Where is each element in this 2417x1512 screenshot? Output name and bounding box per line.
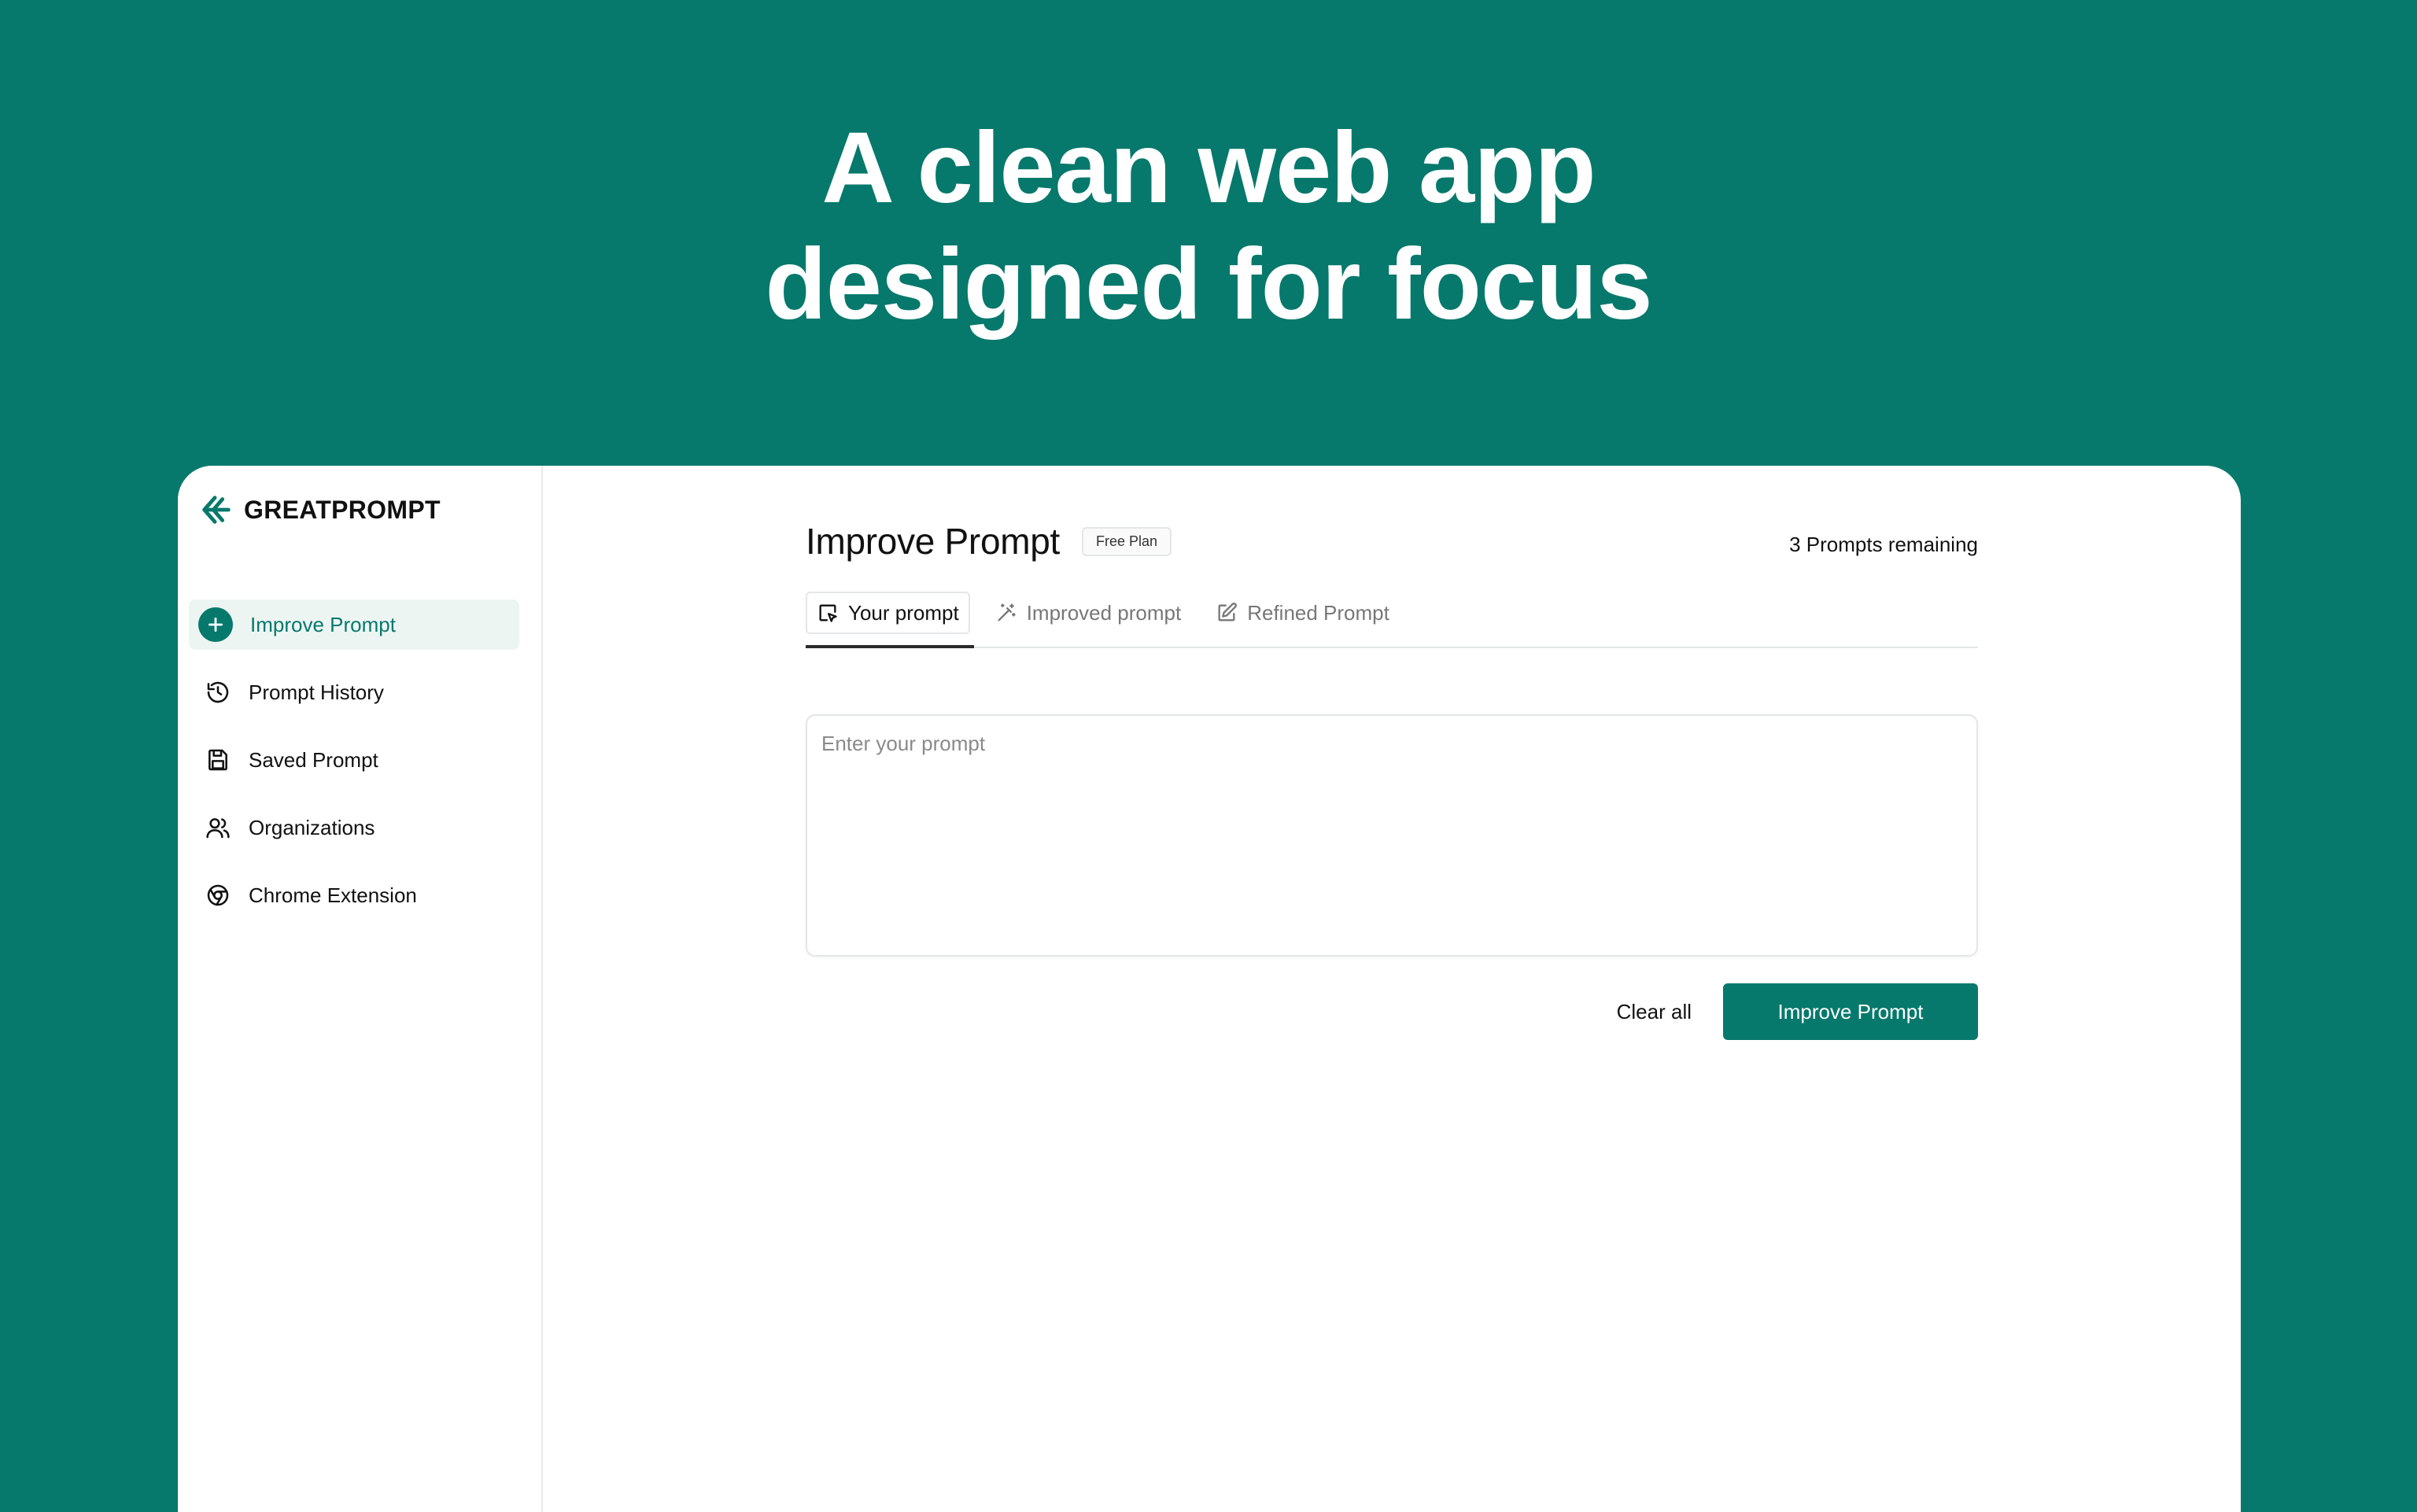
tab-improved-prompt[interactable]: Improved prompt <box>986 592 1191 634</box>
tab-label: Your prompt <box>848 600 959 625</box>
main-content: Improve Prompt Free Plan 3 Prompts remai… <box>544 466 2241 1512</box>
edit-square-icon <box>1218 603 1238 621</box>
brand-logo[interactable]: GREATPROMPT <box>198 491 441 529</box>
page-title: Improve Prompt <box>806 521 1061 562</box>
history-icon <box>205 679 231 706</box>
tab-your-prompt[interactable]: Your prompt <box>806 592 970 634</box>
prompt-tabs: Your prompt Improved prompt Refined Prom… <box>806 592 1978 648</box>
page-stage: A clean web app designed for focus GREAT… <box>0 0 2417 1512</box>
sidebar-item-chrome-extension[interactable]: Chrome Extension <box>189 870 519 920</box>
sidebar-item-label: Organizations <box>249 815 375 839</box>
prompt-input[interactable] <box>806 714 1978 957</box>
sidebar-item-label: Chrome Extension <box>249 883 417 907</box>
sidebar-item-label: Improve Prompt <box>250 612 396 636</box>
tab-label: Refined Prompt <box>1247 600 1389 625</box>
chrome-icon <box>205 882 231 909</box>
sidebar-item-saved-prompt[interactable]: Saved Prompt <box>189 735 519 785</box>
prompt-actions: Clear all Improve Prompt <box>806 983 1978 1040</box>
plan-badge: Free Plan <box>1082 526 1172 556</box>
sidebar-item-label: Prompt History <box>249 680 384 704</box>
sidebar-item-label: Saved Prompt <box>249 747 378 772</box>
sidebar-nav: Improve Prompt Prompt History Saved Prom… <box>189 599 519 938</box>
plus-circle-icon <box>198 607 233 642</box>
pointer-square-icon <box>819 604 837 622</box>
arrow-left-logo-icon <box>202 496 231 524</box>
users-icon <box>205 814 231 841</box>
hero-headline: A clean web app designed for focus <box>0 110 2417 343</box>
sidebar: GREATPROMPT Improve Prompt Prompt Histor… <box>178 466 543 1512</box>
sidebar-item-prompt-history[interactable]: Prompt History <box>189 667 519 717</box>
active-tab-indicator <box>806 645 974 648</box>
brand-name: GREATPROMPT <box>244 495 441 524</box>
magic-wand-icon <box>998 603 1016 621</box>
app-window: GREATPROMPT Improve Prompt Prompt Histor… <box>178 466 2241 1512</box>
sidebar-item-improve-prompt[interactable]: Improve Prompt <box>189 599 519 650</box>
improve-prompt-button[interactable]: Improve Prompt <box>1723 983 1978 1040</box>
hero-line-2: designed for focus <box>765 228 1653 341</box>
prompts-remaining: 3 Prompts remaining <box>1789 532 1978 556</box>
tab-refined-prompt[interactable]: Refined Prompt <box>1206 592 1399 634</box>
floppy-disk-icon <box>205 747 231 773</box>
sidebar-item-organizations[interactable]: Organizations <box>189 802 519 853</box>
page-header: Improve Prompt Free Plan 3 Prompts remai… <box>806 518 1978 565</box>
tab-label: Improved prompt <box>1026 600 1182 625</box>
clear-all-button[interactable]: Clear all <box>1617 1000 1692 1024</box>
hero-line-1: A clean web app <box>821 112 1596 224</box>
